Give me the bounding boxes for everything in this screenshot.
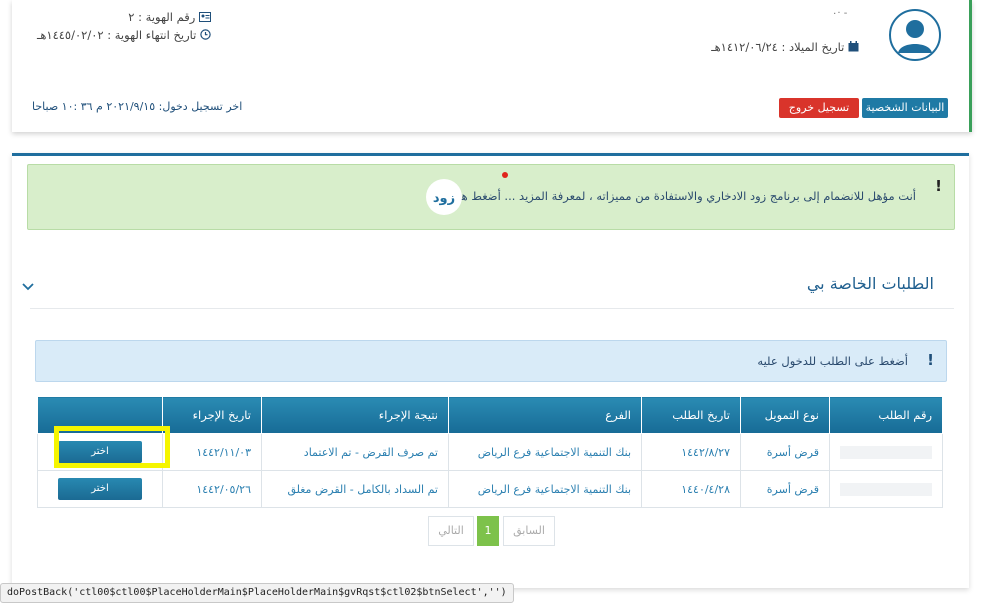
header-request-no: رقم الطلب [829, 396, 943, 434]
cursor-dot [502, 172, 508, 178]
zood-logo: زود [426, 179, 462, 215]
cell-branch: بنك التنمية الاجتماعية فرع الرياض [448, 470, 642, 508]
avatar [888, 8, 942, 66]
cell-request-no [829, 433, 943, 471]
cell-type: قرض أسرة [740, 470, 830, 508]
cell-select: اختر [37, 426, 170, 471]
table-header-row: رقم الطلب نوع التمويل تاريخ الطلب الفرع … [37, 396, 943, 434]
section-divider [30, 308, 954, 309]
cell-date: ١٤٤٠/٤/٢٨ [641, 470, 741, 508]
header-date: تاريخ الطلب [641, 396, 741, 434]
clock-icon [200, 28, 211, 43]
cell-select: اختر [37, 470, 163, 508]
id-expiry-label: تاريخ انتهاء الهوية : ١٤٤٥/٠٢/٠٢هـ [36, 28, 197, 42]
info-bar: ! أضغط على الطلب للدخول عليه [35, 340, 947, 382]
header-branch: الفرع [448, 396, 642, 434]
header-result: نتيجة الإجراء [261, 396, 449, 434]
zood-logo-text: زود [432, 191, 456, 206]
profile-card: - ·٠ تاريخ الميلاد : ١٤١٢/٠٦/٢٤هـ رقم ال… [12, 0, 972, 132]
birth-date: تاريخ الميلاد : ١٤١٢/٠٦/٢٤هـ [711, 40, 859, 55]
header-type: نوع التمويل [740, 396, 830, 434]
cell-request-no [829, 470, 943, 508]
birth-date-label: تاريخ الميلاد : ١٤١٢/٠٦/٢٤هـ [711, 40, 845, 54]
header-action-date: تاريخ الإجراء [162, 396, 262, 434]
cell-action-date: ١٤٤٢/١١/٠٣ [162, 433, 262, 471]
pagination-prev[interactable]: السابق [503, 516, 555, 546]
pagination-page-1[interactable]: 1 [477, 516, 499, 546]
table-row[interactable]: قرض أسرة ١٤٤٢/٨/٢٧ بنك التنمية الاجتماعي… [37, 426, 943, 471]
zood-banner[interactable]: ! أنت مؤهل للانضمام إلى برنامج زود الادخ… [27, 164, 955, 230]
id-number-label: رقم الهوية : ٢ [128, 10, 196, 24]
yellow-highlight-box [54, 426, 170, 468]
avatar-icon [889, 9, 941, 61]
id-card-icon [199, 11, 211, 25]
status-bar-link-preview: doPostBack('ctl00$ctl00$PlaceHolderMain$… [0, 583, 514, 603]
info-exclaim: ! [927, 351, 934, 369]
name-placeholder: - ·٠ [832, 8, 848, 19]
calendar-icon [848, 40, 859, 55]
last-login: اخر تسجيل دخول: ٢٠٢١/٩/١٥ م ٣٦ :١٠ صباحا [32, 100, 243, 113]
info-text: أضغط على الطلب للدخول عليه [757, 354, 908, 368]
section-title: الطلبات الخاصة بي [806, 274, 934, 293]
table-row[interactable]: قرض أسرة ١٤٤٠/٤/٢٨ بنك التنمية الاجتماعي… [37, 470, 943, 508]
cell-result: تم صرف القرض - تم الاعتماد [261, 433, 449, 471]
banner-exclaim: ! [935, 177, 942, 195]
id-number: رقم الهوية : ٢ [128, 10, 211, 25]
requests-table: رقم الطلب نوع التمويل تاريخ الطلب الفرع … [37, 396, 943, 508]
cell-result: تم السداد بالكامل - القرض مغلق [261, 470, 449, 508]
cell-action-date: ١٤٤٢/٠٥/٢٦ [162, 470, 262, 508]
cell-type: قرض أسرة [740, 433, 830, 471]
select-button[interactable]: اختر [58, 478, 142, 500]
cell-date: ١٤٤٢/٨/٢٧ [641, 433, 741, 471]
banner-text[interactable]: أنت مؤهل للانضمام إلى برنامج زود الادخار… [455, 189, 916, 203]
personal-data-button[interactable]: البيانات الشخصية [862, 98, 948, 118]
masked-request-no [840, 482, 932, 496]
id-expiry: تاريخ انتهاء الهوية : ١٤٤٥/٠٢/٠٢هـ [37, 28, 211, 43]
pagination-next[interactable]: التالي [428, 516, 474, 546]
cell-branch: بنك التنمية الاجتماعية فرع الرياض [448, 433, 642, 471]
logout-button[interactable]: تسجيل خروج [779, 98, 859, 118]
masked-request-no [840, 445, 932, 459]
collapse-chevron-icon[interactable] [22, 276, 34, 295]
